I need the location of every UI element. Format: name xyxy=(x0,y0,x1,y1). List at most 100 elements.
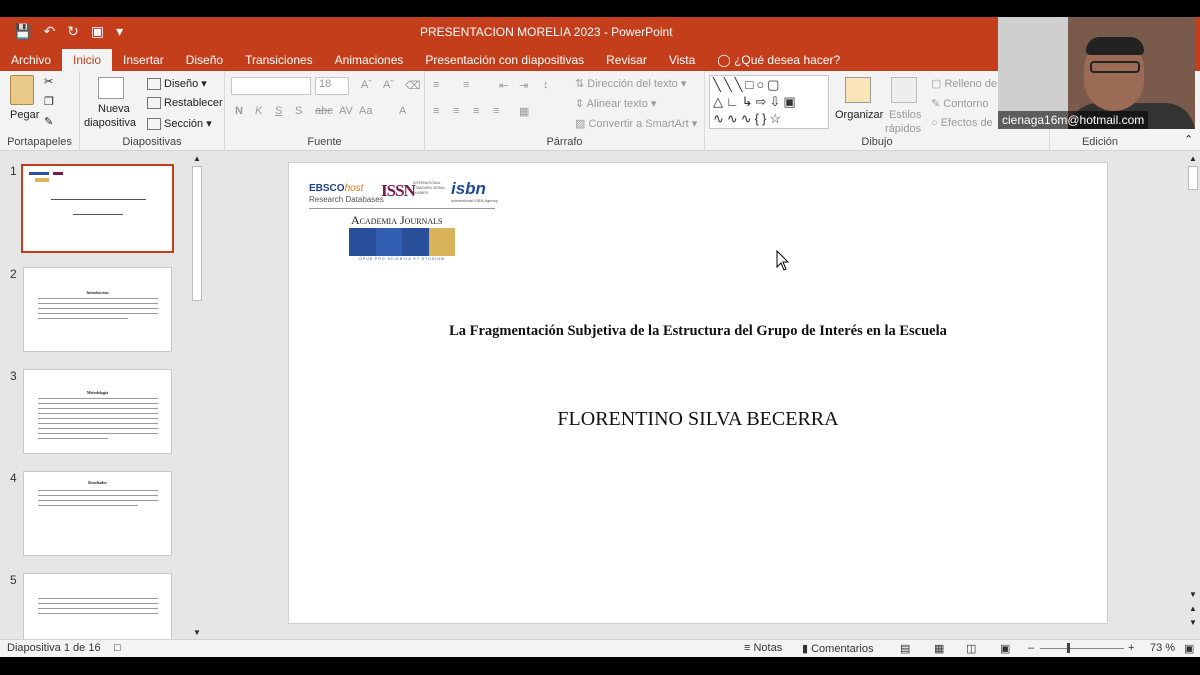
grow-font-icon[interactable]: Aˆ xyxy=(361,79,372,91)
tell-me-search[interactable]: ◯ ¿Qué desea hacer? xyxy=(706,49,851,71)
section-button[interactable]: Sección ▾ xyxy=(147,117,212,131)
align-text-button[interactable]: ⇕ Alinear texto ▾ xyxy=(575,97,656,110)
zoom-out-icon[interactable]: – xyxy=(1028,642,1034,654)
thumb-heading: Metodología xyxy=(86,390,109,395)
notes-button[interactable]: ≡ Notas xyxy=(744,642,782,654)
clear-format-icon[interactable]: ⌫ xyxy=(405,79,421,92)
collapse-ribbon-icon[interactable]: ⌃ xyxy=(1184,133,1193,146)
redo-icon[interactable]: ↻ xyxy=(67,23,79,40)
new-slide-icon[interactable] xyxy=(98,77,124,99)
slide-scrollbar[interactable]: ▲ ▼ ▲ ▼ xyxy=(1186,152,1200,639)
slide-author[interactable]: FLORENTINO SILVA BECERRA xyxy=(289,408,1107,431)
slide-sorter-icon[interactable]: ▦ xyxy=(934,642,944,655)
new-slide-label-2[interactable]: diapositiva xyxy=(84,117,136,129)
smartart-button[interactable]: ▨ Convertir a SmartArt ▾ xyxy=(575,117,697,130)
layout-icon xyxy=(147,78,161,91)
save-icon[interactable]: 💾 xyxy=(14,23,31,40)
undo-icon[interactable]: ↶ xyxy=(43,23,55,40)
slide-canvas[interactable]: EBSCOhost Research Databases ISSN INTERN… xyxy=(288,162,1108,624)
slide-thumbnail-1[interactable] xyxy=(21,164,174,253)
arrange-icon[interactable] xyxy=(845,77,871,103)
tab-animaciones[interactable]: Animaciones xyxy=(324,49,415,71)
tab-revisar[interactable]: Revisar xyxy=(595,49,658,71)
next-slide-icon[interactable]: ▼ xyxy=(1189,618,1197,627)
tab-insertar[interactable]: Insertar xyxy=(112,49,175,71)
increase-indent-icon[interactable]: ⇥ xyxy=(519,79,528,92)
shapes-gallery[interactable]: ╲╲╲□○▢ △∟↳⇨⇩▣ ∿∿∿{}☆ xyxy=(709,75,829,129)
scroll-up-icon[interactable]: ▲ xyxy=(1189,154,1197,163)
shrink-font-icon[interactable]: Aˇ xyxy=(383,79,394,91)
previous-slide-icon[interactable]: ▲ xyxy=(1189,604,1197,613)
shape-effects-button[interactable]: ○ Efectos de xyxy=(931,117,993,129)
shape-fill-button[interactable]: ▢ Relleno de xyxy=(931,77,997,90)
thumb-text-line xyxy=(38,438,108,439)
thumb-title-line xyxy=(51,199,146,200)
quick-styles-label-1[interactable]: Estilos xyxy=(889,109,921,121)
tab-diseno[interactable]: Diseño xyxy=(175,49,234,71)
copy-icon[interactable]: ❐ xyxy=(44,95,54,108)
char-spacing-icon[interactable]: AV xyxy=(339,105,353,117)
thumb-text-line xyxy=(38,403,158,404)
slide-thumbnail-3[interactable]: Metodología xyxy=(23,369,172,454)
customize-toolbar-icon[interactable]: ▾ xyxy=(116,23,123,40)
font-group-label: Fuente xyxy=(307,136,342,148)
comments-button[interactable]: ▮ Comentarios xyxy=(802,642,873,655)
start-slideshow-icon[interactable]: ▣ xyxy=(91,23,104,40)
columns-icon[interactable]: ▦ xyxy=(519,105,529,118)
zoom-level[interactable]: 73 % xyxy=(1150,642,1175,654)
spellcheck-icon[interactable]: □ xyxy=(114,642,121,654)
tab-archivo[interactable]: Archivo xyxy=(0,49,62,71)
align-center-icon[interactable]: ≡ xyxy=(453,105,459,117)
thumbnails-scrollbar[interactable]: ▲ ▼ xyxy=(190,152,204,639)
shape-outline-button[interactable]: ✎ Contorno xyxy=(931,97,989,110)
paste-icon[interactable] xyxy=(10,75,34,105)
tab-transiciones[interactable]: Transiciones xyxy=(234,49,324,71)
italic-icon[interactable]: K xyxy=(255,105,262,117)
scroll-down-icon[interactable]: ▼ xyxy=(193,628,201,637)
academia-journals-banner xyxy=(349,228,455,256)
slide-scroll-thumb[interactable] xyxy=(1188,166,1198,190)
layout-button[interactable]: Diseño ▾ xyxy=(147,77,207,91)
reset-button[interactable]: Restablecer xyxy=(147,97,223,110)
font-name-field[interactable] xyxy=(231,77,311,95)
fit-slide-icon[interactable]: ▣ xyxy=(1184,642,1194,655)
normal-view-icon[interactable]: ▤ xyxy=(900,642,910,655)
numbering-icon[interactable]: ≡ xyxy=(463,79,469,91)
paste-button[interactable]: Pegar xyxy=(10,109,39,121)
slide-thumbnail-2[interactable]: Introducción xyxy=(23,267,172,352)
arrange-button[interactable]: Organizar xyxy=(835,109,883,121)
line-spacing-icon[interactable]: ↕ xyxy=(543,79,549,91)
quick-styles-label-2[interactable]: rápidos xyxy=(885,123,921,135)
zoom-slider-thumb[interactable] xyxy=(1067,643,1070,653)
tab-presentacion[interactable]: Presentación con diapositivas xyxy=(414,49,595,71)
quick-styles-icon[interactable] xyxy=(891,77,917,103)
align-left-icon[interactable]: ≡ xyxy=(433,105,439,117)
font-size-field[interactable]: 18 xyxy=(315,77,349,95)
slide-title[interactable]: La Fragmentación Subjetiva de la Estruct… xyxy=(289,323,1107,340)
change-case-icon[interactable]: Aa xyxy=(359,105,372,117)
slide-thumbnail-4[interactable]: Resultados xyxy=(23,471,172,556)
tab-inicio[interactable]: Inicio xyxy=(62,49,113,71)
font-color-icon[interactable]: A xyxy=(399,105,406,117)
tab-vista[interactable]: Vista xyxy=(658,49,706,71)
shadow-icon[interactable]: S xyxy=(295,105,302,117)
bullets-icon[interactable]: ≡ xyxy=(433,79,439,91)
new-slide-label-1[interactable]: Nueva xyxy=(98,103,130,115)
zoom-in-icon[interactable]: + xyxy=(1128,642,1134,654)
align-text-icon: ⇕ xyxy=(575,98,587,110)
scroll-up-icon[interactable]: ▲ xyxy=(193,154,201,163)
strikethrough-icon[interactable]: abc xyxy=(315,105,333,117)
decrease-indent-icon[interactable]: ⇤ xyxy=(499,79,508,92)
justify-icon[interactable]: ≡ xyxy=(493,105,499,117)
scroll-down-icon[interactable]: ▼ xyxy=(1189,590,1197,599)
slideshow-icon[interactable]: ▣ xyxy=(1000,642,1010,655)
cut-icon[interactable]: ✂ xyxy=(44,75,53,88)
format-painter-icon[interactable]: ✎ xyxy=(44,115,53,128)
bold-icon[interactable]: N xyxy=(235,105,243,117)
underline-icon[interactable]: S xyxy=(275,105,282,117)
text-direction-button[interactable]: ⇅ Dirección del texto ▾ xyxy=(575,77,686,90)
align-right-icon[interactable]: ≡ xyxy=(473,105,479,117)
reading-view-icon[interactable]: ◫ xyxy=(966,642,976,655)
zoom-slider[interactable] xyxy=(1040,648,1124,649)
thumbnails-scroll-thumb[interactable] xyxy=(192,166,202,301)
